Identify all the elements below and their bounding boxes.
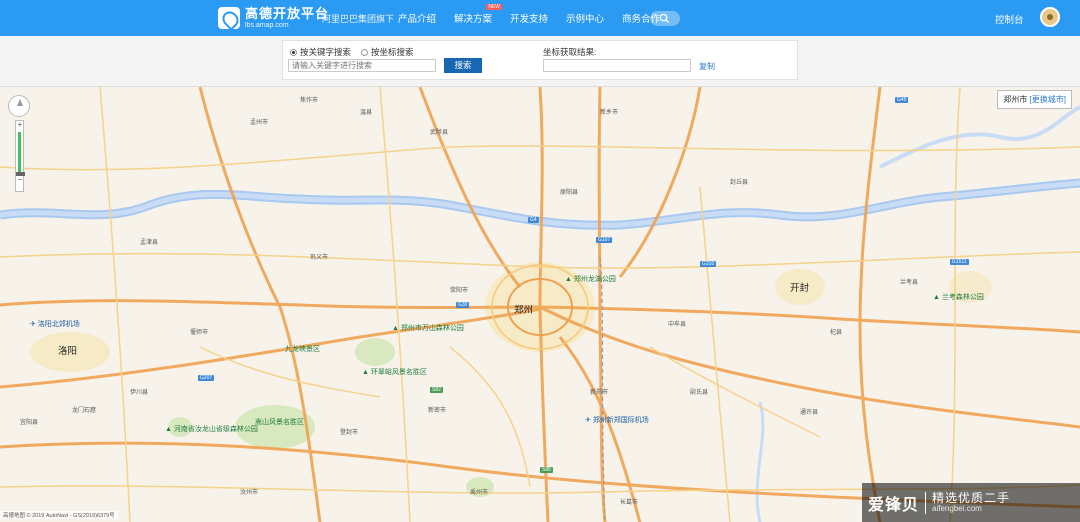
poi-label[interactable]: 九龙峡景区 [285, 344, 320, 354]
site-search-button[interactable] [650, 11, 680, 26]
new-badge: NEW [486, 4, 503, 10]
group-tagline: 阿里巴巴集团旗下 [322, 14, 395, 24]
copy-button[interactable]: 复制 [699, 61, 715, 72]
keyword-search-input[interactable] [288, 59, 436, 72]
amap-logo-icon [218, 7, 240, 29]
poi-label[interactable]: ▲ 环翠峪风景名胜区 [362, 367, 427, 377]
poi-label[interactable]: ▲ 郑州龙湖公园 [565, 274, 616, 284]
place-label[interactable]: 荥阳市 [450, 285, 468, 294]
place-label[interactable]: 新乡市 [600, 107, 618, 116]
place-label[interactable]: 杞县 [830, 327, 842, 336]
highway-badge: G30 [456, 302, 470, 308]
highway-badge: S88 [540, 467, 553, 473]
highway-badge: G107 [596, 237, 613, 243]
map-zoom-control: + − [8, 95, 30, 192]
place-label[interactable]: 焦作市 [300, 95, 318, 104]
place-label[interactable]: 封丘县 [730, 177, 748, 186]
main-nav: 产品介绍 解决方案 NEW 开发支持 示例中心 商务合作 [398, 0, 678, 36]
coordinate-picker-area: 按关键字搜索 按坐标搜索 搜索 坐标获取结果: 复制 [0, 36, 1080, 86]
poi-label[interactable]: ▲ 河南省汝龙山省级森林公园 [165, 424, 258, 434]
city-label[interactable]: 洛阳 [58, 343, 77, 357]
coordinate-result-field[interactable] [543, 59, 691, 72]
place-label[interactable]: 孟州市 [250, 117, 268, 126]
radio-keyword-label[interactable]: 按关键字搜索 [300, 46, 351, 58]
nav-dev-support[interactable]: 开发支持 [510, 11, 548, 25]
place-label[interactable]: 新郑市 [590, 387, 608, 396]
logo-title: 高德开放平台 [245, 6, 330, 21]
watermark: 爱锋贝 精选优质二手 aifengbei.com [862, 483, 1080, 522]
poi-label[interactable]: 嵩山风景名胜区 [255, 417, 304, 427]
place-label[interactable]: 禹州市 [470, 487, 488, 496]
watermark-brand: 爱锋贝 [868, 496, 920, 514]
console-link[interactable]: 控制台 [995, 12, 1024, 26]
amap-logo[interactable]: 高德开放平台 lbs.amap.com [218, 5, 329, 31]
poi-label[interactable]: ▲ 郑州市万山森林公园 [392, 323, 464, 333]
radio-coordinate-label[interactable]: 按坐标搜索 [371, 46, 414, 58]
place-label[interactable]: 孟津县 [140, 237, 158, 246]
logo-subtitle: lbs.amap.com [245, 22, 289, 29]
zoom-out-button[interactable]: − [16, 176, 25, 185]
place-label[interactable]: 巩义市 [310, 252, 328, 261]
top-nav-bar: 高德开放平台 lbs.amap.com 阿里巴巴集团旗下 产品介绍 解决方案 NE… [0, 0, 1080, 36]
place-label[interactable]: 龙门石窟 [72, 405, 96, 414]
current-city: 郑州市 [1003, 95, 1028, 104]
place-label[interactable]: 通许县 [800, 407, 818, 416]
place-label[interactable]: 偃师市 [190, 327, 208, 336]
nav-solutions[interactable]: 解决方案 NEW [454, 4, 503, 25]
city-switcher: 郑州市 [更换城市] [997, 90, 1072, 109]
coordinate-picker-panel: 按关键字搜索 按坐标搜索 搜索 坐标获取结果: 复制 [282, 40, 798, 80]
radio-keyword[interactable] [290, 48, 297, 56]
watermark-url: aifengbei.com [932, 503, 982, 513]
highway-badge: G4 [528, 217, 539, 223]
compass-icon[interactable] [8, 95, 30, 117]
highway-badge: G310 [700, 261, 717, 267]
place-label[interactable]: 宜阳县 [20, 417, 38, 426]
airport-label[interactable]: ✈ 洛阳北郊机场 [30, 319, 80, 329]
highway-badge: G45 [895, 97, 909, 103]
watermark-slogan: 精选优质二手 [932, 490, 1011, 505]
place-label[interactable]: 温县 [360, 107, 372, 116]
place-label[interactable]: 兰考县 [900, 277, 918, 286]
place-label[interactable]: 原阳县 [560, 187, 578, 196]
airport-label[interactable]: ✈ 郑州新郑国际机场 [585, 415, 649, 425]
place-label[interactable]: 汝州市 [240, 487, 258, 496]
highway-badge: S82 [430, 387, 443, 393]
highway-badge: G1511 [950, 259, 969, 265]
poi-label[interactable]: ▲ 兰考森林公园 [933, 292, 984, 302]
nav-examples[interactable]: 示例中心 [566, 11, 604, 25]
map-canvas[interactable]: 郑州 开封 洛阳 ▲ 郑州龙湖公园 ▲ 郑州市万山森林公园 ▲ 环翠峪风景名胜区… [0, 86, 1080, 522]
change-city-link[interactable]: [更换城市] [1030, 95, 1066, 104]
coordinate-result-label: 坐标获取结果: [543, 47, 597, 57]
map-background [0, 87, 1080, 522]
place-label[interactable]: 新密市 [428, 405, 446, 414]
user-avatar[interactable] [1040, 7, 1060, 27]
radio-coordinate[interactable] [361, 48, 369, 56]
place-label[interactable]: 尉氏县 [690, 387, 708, 396]
zoom-slider-track[interactable] [17, 132, 21, 172]
map-copyright: 高德地图 © 2019 AutoNavi - GS(2019)6379号 [0, 511, 118, 519]
place-label[interactable]: 中牟县 [668, 319, 686, 328]
zoom-in-button[interactable]: + [16, 121, 25, 130]
place-label[interactable]: 武陟县 [430, 127, 448, 136]
place-label[interactable]: 伊川县 [130, 387, 148, 396]
nav-product[interactable]: 产品介绍 [398, 11, 436, 25]
highway-badge: G207 [198, 375, 215, 381]
search-button[interactable]: 搜索 [444, 58, 482, 73]
place-label[interactable]: 登封市 [340, 427, 358, 436]
city-label[interactable]: 开封 [790, 280, 809, 294]
place-label[interactable]: 长葛市 [620, 497, 638, 506]
search-icon [659, 13, 670, 24]
city-label[interactable]: 郑州 [514, 302, 533, 316]
